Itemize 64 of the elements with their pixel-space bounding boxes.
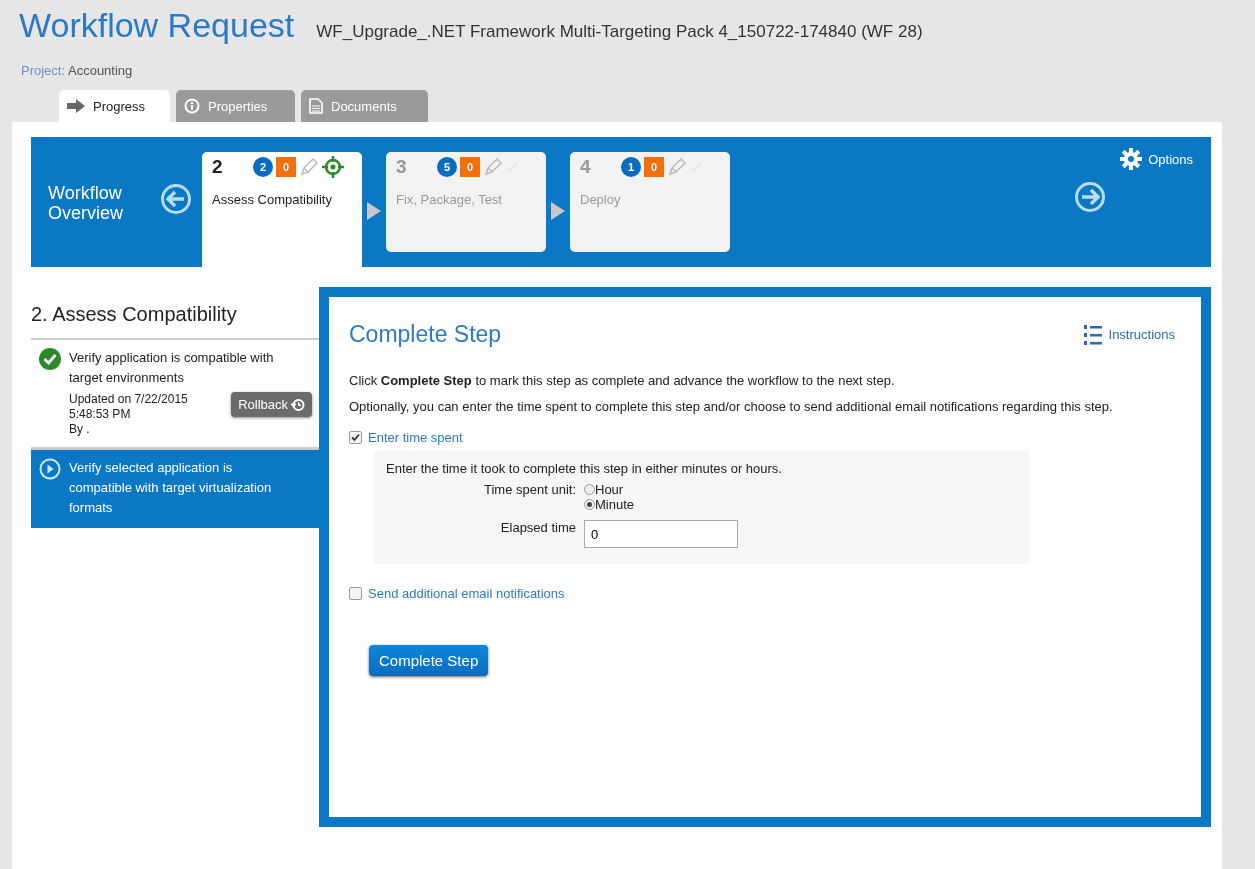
updated-text: Updated on 7/22/2015 5:48:53 PM [69,392,189,422]
description-text: Click Complete Step to mark this step as complete and advance the workflow to the next step. [349,372,896,390]
count-badge: 0 [460,157,480,177]
next-icon[interactable] [1074,181,1106,213]
document-icon [309,98,323,114]
step-card[interactable]: 3 5 0 Fix, Package, Test [386,152,546,252]
section-title: Complete Step [349,321,502,348]
rollback-button[interactable]: Rollback [231,392,312,417]
tab[interactable]: Properties [176,90,295,122]
task-text: Verify selected application is compatible with target virtualization formats [69,459,273,517]
target-icon [322,156,344,178]
complete-step-button[interactable]: Complete Step [369,645,489,676]
tab[interactable]: Progress [59,90,170,122]
workflow-name: WF_Upgrade_.NET Framework Multi-Targeting Pack 4_150722-174840 (WF 28) [316,22,923,42]
step-heading: 2. Assess Compatibility [31,287,319,340]
previous-icon[interactable] [160,183,192,215]
step-card[interactable]: 4 1 0 Deploy [570,152,730,252]
triangle-icon [551,202,565,220]
checkbox-label[interactable]: Send additional email notifications [368,586,565,601]
count-badge: 0 [276,157,296,177]
step-name: Deploy [580,192,622,207]
project-value: Accounting [68,63,133,78]
step-name: Assess Compatibility [212,192,333,207]
arrow-icon [67,99,85,113]
count-badge: 0 [644,157,664,177]
info-icon [184,98,200,114]
step-number: 2 [212,156,224,178]
checkbox[interactable] [349,587,362,600]
field-label: Elapsed time [499,520,576,537]
numbered-list-icon [1082,323,1103,346]
hint-text: Enter the time it took to complete this step in either minutes or hours. [386,461,783,476]
overview-title: Workflow Overview [47,182,124,223]
pencil-icon [667,157,687,177]
tab[interactable]: Documents [301,90,428,122]
checkbox[interactable] [349,431,362,444]
radio-label[interactable]: Hour [595,482,624,497]
pencil-icon [483,157,503,177]
play-icon [39,458,61,480]
instructions-link[interactable]: Instructions [1076,322,1181,347]
count-badge: 2 [253,157,273,177]
radio-button[interactable] [584,499,595,510]
elapsed-time-field[interactable]: 0 [584,520,738,548]
description-text: Optionally, you can enter the time spent to complete this step and/or choose to send additional email notifications regarding this step. [349,398,1114,416]
check-circle-icon [39,348,61,370]
field-label: Time spent unit: [483,482,576,499]
checkbox-label[interactable]: Enter time spent [368,430,463,445]
step-name: Fix, Package, Test [396,192,503,207]
count-badge: 5 [437,157,457,177]
page-title: Workflow Request [19,6,295,45]
step-number: 4 [580,156,592,178]
task-text: Verify application is compatible with target environments [69,349,275,387]
radio-button[interactable] [584,484,595,495]
history-icon [291,397,305,412]
gear-icon [1120,148,1143,170]
task-item[interactable]: Verify selected application is compatible with target virtualization formats [31,450,319,528]
project-label: Project: [21,63,66,78]
step-number: 3 [396,156,408,178]
triangle-icon [367,202,381,220]
step-card[interactable]: 2 2 0 Assess Compatibility [202,152,362,267]
count-badge: 1 [621,157,641,177]
options-button[interactable]: Options [1114,147,1199,171]
author-text: By . [69,422,91,437]
radio-label[interactable]: Minute [595,497,635,512]
pencil-icon [299,157,319,177]
